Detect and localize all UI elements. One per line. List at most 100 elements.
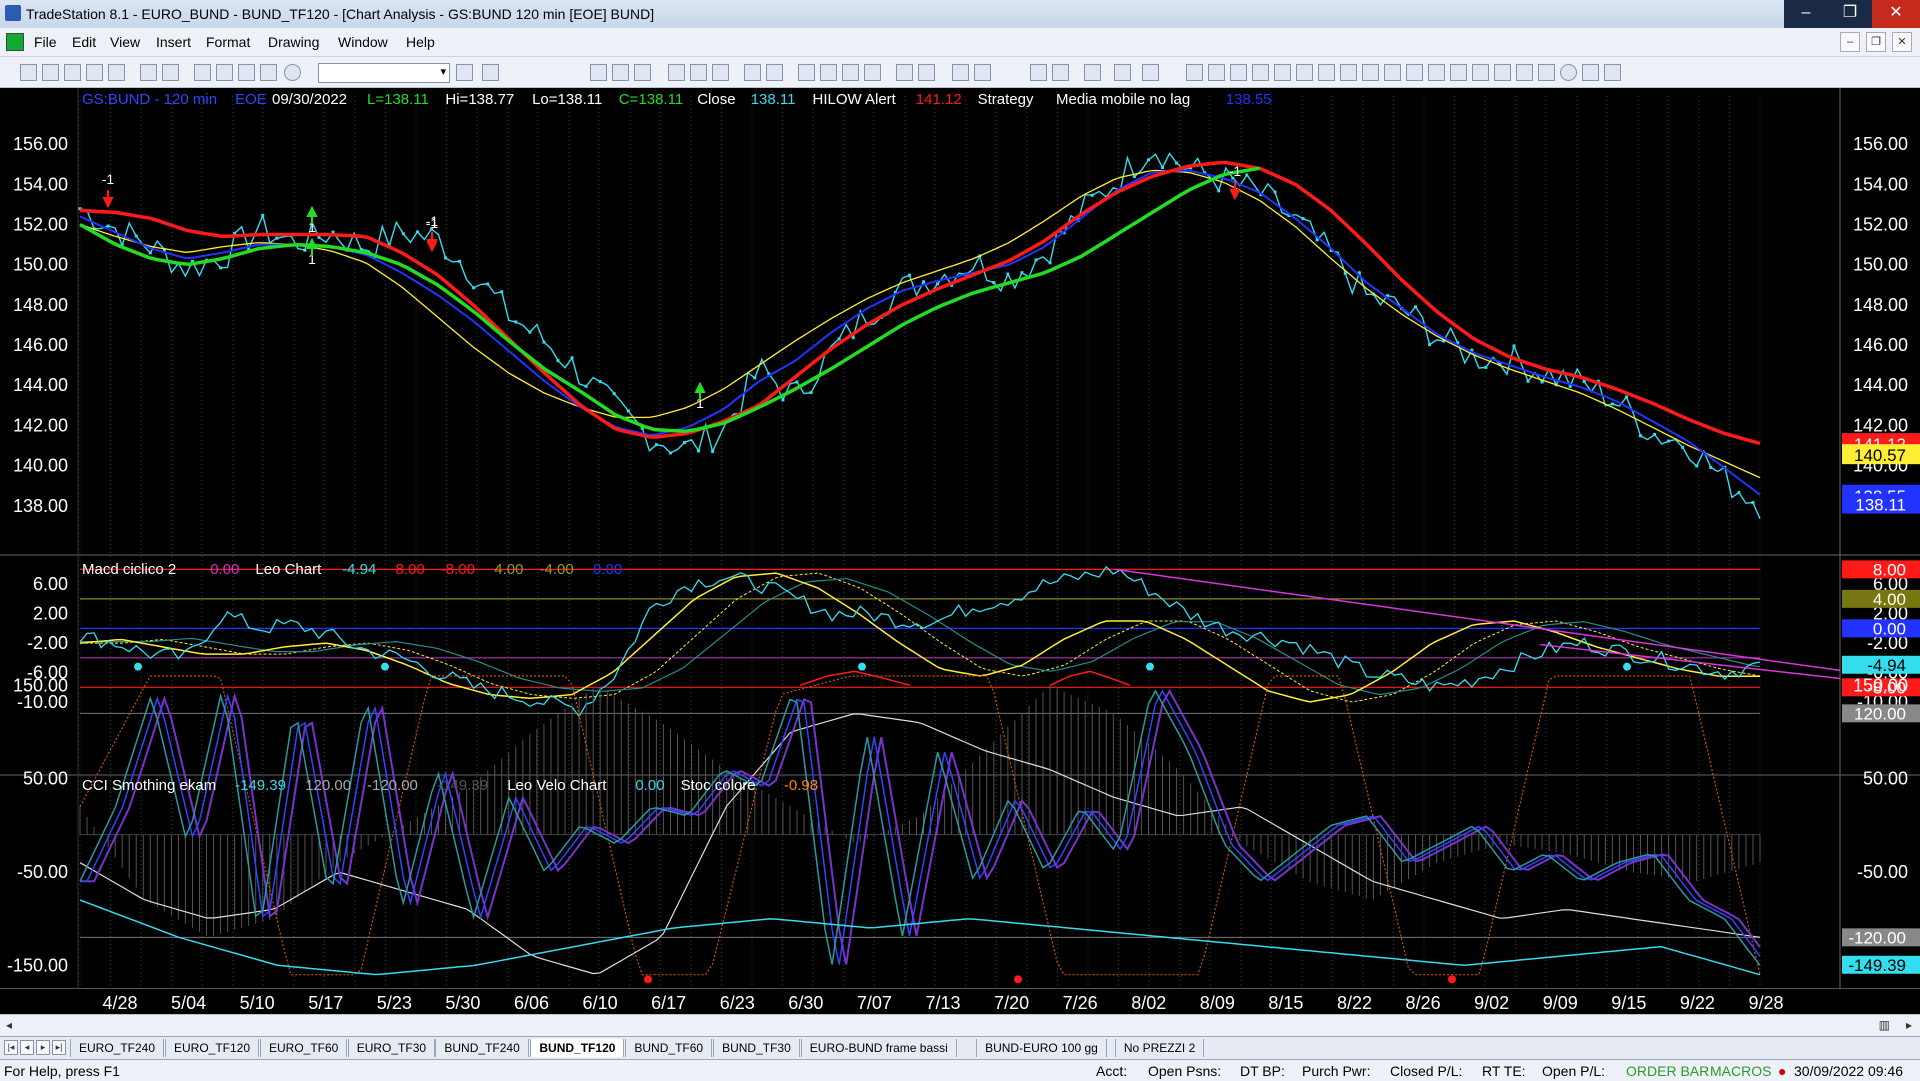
list-icon[interactable] — [1230, 64, 1247, 81]
data-window-icon[interactable] — [612, 64, 629, 81]
chart-type-icon[interactable] — [744, 64, 761, 81]
scroll-right-icon[interactable] — [918, 64, 935, 81]
ohlc-icon[interactable] — [820, 64, 837, 81]
symbol-dropdown[interactable] — [318, 63, 450, 83]
next-symbol-icon[interactable] — [456, 64, 473, 81]
tab-no-prezzi-2[interactable]: No PREZZI 2 — [1114, 1039, 1205, 1057]
format-indicator-icon[interactable] — [216, 64, 233, 81]
new-icon[interactable] — [20, 64, 37, 81]
lock-icon[interactable] — [238, 64, 255, 81]
tab-euro-tf120[interactable]: EURO_TF120 — [165, 1039, 260, 1057]
andrews-pitchfork-icon[interactable] — [1340, 64, 1357, 81]
window-controls: – ❐ ✕ — [1784, 0, 1920, 28]
open-workspace-icon[interactable] — [64, 64, 81, 81]
menu-file[interactable]: File — [34, 34, 57, 50]
drawing-tools-icon[interactable] — [1084, 64, 1101, 81]
gann-fan-icon[interactable] — [1362, 64, 1379, 81]
arc-icon[interactable] — [1450, 64, 1467, 81]
tab-euro-tf30[interactable]: EURO_TF30 — [347, 1039, 436, 1057]
pointer-icon[interactable] — [1030, 64, 1047, 81]
chart-style-icon[interactable] — [766, 64, 783, 81]
chart-area[interactable]: 156.00 156.00 154.00 154.00 152.00 152.00 150.… — [0, 88, 1920, 988]
status-bar: For Help, press F1 Acct: Open Psns: DT B… — [0, 1059, 1920, 1081]
channel-icon[interactable] — [1406, 64, 1423, 81]
print-preview-icon[interactable] — [140, 64, 157, 81]
print-icon[interactable] — [162, 64, 179, 81]
mdi-restore-button[interactable]: ❐ — [1866, 32, 1886, 52]
scroll-left-icon[interactable] — [896, 64, 913, 81]
rectangle-icon[interactable] — [1582, 64, 1599, 81]
find-icon[interactable] — [482, 64, 499, 81]
tab-bund-tf120[interactable]: BUND_TF120 — [530, 1039, 625, 1057]
pointer-tool-icon[interactable] — [1052, 64, 1069, 81]
close-workspace-icon[interactable] — [86, 64, 103, 81]
vertical-lines-icon[interactable] — [1318, 64, 1335, 81]
menu-drawing[interactable]: Drawing — [268, 34, 319, 50]
insert-indicator-icon[interactable] — [668, 64, 685, 81]
price-bar — [1681, 445, 1685, 449]
horizontal-lines-icon[interactable] — [1208, 64, 1225, 81]
text-icon[interactable] — [1604, 64, 1621, 81]
minimize-button[interactable]: – — [1784, 0, 1828, 28]
tab-euro-tf240[interactable]: EURO_TF240 — [70, 1039, 165, 1057]
format-symbol-icon[interactable] — [194, 64, 211, 81]
document-icon[interactable] — [6, 33, 24, 51]
last-tab-icon[interactable]: ▸| — [52, 1040, 66, 1055]
macros-button[interactable]: MACROS — [1710, 1063, 1771, 1079]
menu-format[interactable]: Format — [206, 34, 250, 50]
line-on-close-icon[interactable] — [842, 64, 859, 81]
alert-icon[interactable] — [1114, 64, 1131, 81]
save-icon[interactable] — [108, 64, 125, 81]
first-tab-icon[interactable]: |◂ — [4, 1040, 18, 1055]
tab-bund-tf30[interactable]: BUND_TF30 — [713, 1039, 800, 1057]
scroll-right-arrow-icon[interactable]: ▸ — [1906, 1018, 1912, 1032]
curve-icon[interactable] — [1494, 64, 1511, 81]
menu-insert[interactable]: Insert — [156, 34, 191, 50]
ellipse-icon[interactable] — [1560, 64, 1577, 81]
horizontal-arrow-icon[interactable] — [1384, 64, 1401, 81]
globe-icon[interactable] — [284, 64, 301, 81]
parallel-lines-icon[interactable] — [1428, 64, 1445, 81]
zoom-out-icon[interactable] — [974, 64, 991, 81]
tab-euro-tf60[interactable]: EURO_TF60 — [260, 1039, 348, 1057]
next-tab-icon[interactable]: ▸ — [36, 1040, 50, 1055]
menu-view[interactable]: View — [110, 34, 140, 50]
table-icon[interactable] — [634, 64, 651, 81]
tab-euro-bund-frame-bassi[interactable]: EURO-BUND frame bassi — [800, 1039, 957, 1057]
point-figure-icon[interactable] — [864, 64, 881, 81]
maximize-button[interactable]: ❐ — [1828, 0, 1872, 28]
price-bar — [711, 449, 715, 453]
arrow-down-icon[interactable] — [1516, 64, 1533, 81]
price-bar — [1526, 379, 1530, 383]
trade-marker-label: -1 — [102, 171, 115, 187]
zoom-in-icon[interactable] — [952, 64, 969, 81]
tab-bund-euro-100-gg[interactable]: BUND-EURO 100 gg — [976, 1039, 1107, 1057]
refresh-icon[interactable] — [712, 64, 729, 81]
menu-edit[interactable]: Edit — [72, 34, 96, 50]
candle-icon[interactable] — [798, 64, 815, 81]
scroll-left-arrow-icon[interactable]: ◂ — [6, 1018, 12, 1032]
scroll-thumb-icon[interactable]: ▥ — [1879, 1018, 1890, 1032]
mdi-close-button[interactable]: ✕ — [1892, 32, 1912, 52]
insert-strategy-icon[interactable] — [690, 64, 707, 81]
tab-bund-tf60[interactable]: BUND_TF60 — [625, 1039, 713, 1057]
prev-tab-icon[interactable]: ◂ — [20, 1040, 34, 1055]
freehand-icon[interactable] — [1472, 64, 1489, 81]
close-button[interactable]: ✕ — [1872, 0, 1920, 28]
arrow-up-icon[interactable] — [1538, 64, 1555, 81]
alert-settings-icon[interactable] — [1142, 64, 1159, 81]
bar-chart-icon[interactable] — [590, 64, 607, 81]
strategy-icon[interactable] — [260, 64, 277, 81]
mdi-minimize-button[interactable]: – — [1840, 32, 1860, 52]
speed-lines-icon[interactable] — [1252, 64, 1269, 81]
date-axis-tick: 5/23 — [376, 993, 412, 1013]
menu-help[interactable]: Help — [406, 34, 435, 50]
trendline-icon[interactable] — [1186, 64, 1203, 81]
fibonacci-icon[interactable] — [1274, 64, 1291, 81]
order-bar-button[interactable]: ORDER BAR — [1626, 1063, 1709, 1079]
horizontal-scrollbar[interactable]: ◂ ▥ ▸ — [0, 1014, 1920, 1037]
tab-bund-tf240[interactable]: BUND_TF240 — [435, 1039, 529, 1057]
open-icon[interactable] — [42, 64, 59, 81]
ray-icon[interactable] — [1296, 64, 1313, 81]
menu-window[interactable]: Window — [338, 34, 388, 50]
